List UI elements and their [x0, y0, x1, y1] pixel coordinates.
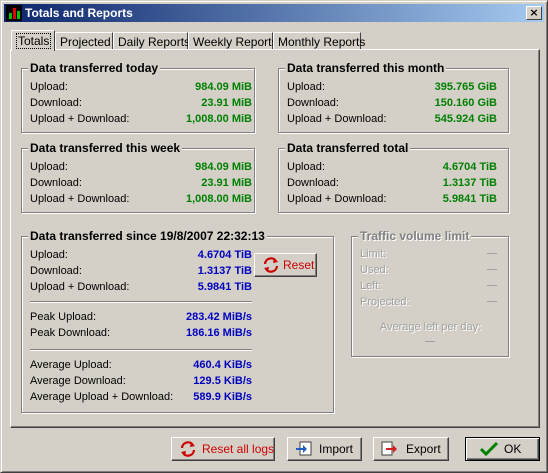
month-group: Data transferred this month Upload: 395.… [278, 61, 509, 133]
month-total-row: Upload + Download: 545.924 GiB [287, 113, 497, 125]
avg-upload-row: Average Upload: 460.4 KiB/s [30, 359, 252, 371]
today-download-value: 23.91 MiB [201, 97, 252, 109]
import-icon [295, 441, 313, 457]
peak-upload-value: 283.42 MiB/s [185, 311, 252, 323]
week-upload-row: Upload: 984.09 MiB [30, 161, 252, 173]
tab-weekly-reports[interactable]: Weekly Reports [188, 32, 277, 50]
today-title: Data transferred today [28, 61, 161, 75]
today-download-row: Download: 23.91 MiB [30, 97, 252, 109]
export-icon [381, 441, 399, 457]
week-download-row: Download: 23.91 MiB [30, 177, 252, 189]
title-bar[interactable]: Totals and Reports × [4, 4, 544, 22]
month-upload-row: Upload: 395.765 GiB [287, 81, 497, 93]
window-title: Totals and Reports [25, 6, 133, 20]
totals-reports-window: Totals and Reports × Totals Projected Da… [0, 0, 548, 473]
ok-check-icon [479, 441, 499, 457]
since-title: Data transferred since 19/8/2007 22:32:1… [28, 229, 267, 243]
reset-icon [179, 441, 197, 457]
week-total-row: Upload + Download: 1,008.00 MiB [30, 193, 252, 205]
since-download-value: 1.3137 TiB [197, 265, 252, 277]
avg-total-row: Average Upload + Download: 589.9 KiB/s [30, 391, 252, 403]
reset-all-logs-button[interactable]: Reset all logs [171, 437, 275, 461]
avg-left-per-day-value [425, 341, 435, 342]
week-title: Data transferred this week [28, 141, 183, 155]
month-upload-value: 395.765 GiB [434, 81, 497, 93]
traffic-limit-group: Traffic volume limit Limit: Used: Left: … [351, 229, 509, 357]
total-download-value: 1.3137 TiB [442, 177, 497, 189]
since-separator-1 [30, 301, 252, 303]
total-title: Data transferred total [285, 141, 411, 155]
avg-total-value: 589.9 KiB/s [193, 391, 252, 403]
week-group: Data transferred this week Upload: 984.0… [21, 141, 255, 213]
total-total-value: 5.9841 TiB [442, 193, 497, 205]
since-total-row: Upload + Download: 5.9841 TiB [30, 281, 252, 293]
tab-daily-reports[interactable]: Daily Reports [113, 32, 190, 50]
month-download-row: Download: 150.160 GiB [287, 97, 497, 109]
peak-download-value: 186.16 MiB/s [185, 327, 252, 339]
app-icon [6, 5, 22, 21]
since-upload-value: 4.6704 TiB [197, 249, 252, 261]
avg-download-row: Average Download: 129.5 KiB/s [30, 375, 252, 387]
peak-upload-row: Peak Upload: 283.42 MiB/s [30, 311, 252, 323]
totals-panel: Data transferred today Upload: 984.09 Mi… [10, 49, 540, 428]
total-download-row: Download: 1.3137 TiB [287, 177, 497, 189]
total-group: Data transferred total Upload: 4.6704 Ti… [278, 141, 509, 213]
avg-upload-value: 460.4 KiB/s [193, 359, 252, 371]
month-total-value: 545.924 GiB [434, 113, 497, 125]
tab-projected[interactable]: Projected [55, 32, 113, 50]
avg-download-value: 129.5 KiB/s [193, 375, 252, 387]
total-total-row: Upload + Download: 5.9841 TiB [287, 193, 497, 205]
reset-icon [262, 257, 280, 273]
today-group: Data transferred today Upload: 984.09 Mi… [21, 61, 255, 133]
today-upload-value: 984.09 MiB [195, 81, 252, 93]
total-upload-value: 4.6704 TiB [442, 161, 497, 173]
traffic-limit-title: Traffic volume limit [358, 229, 472, 243]
left-row: Left: [360, 280, 497, 295]
since-upload-row: Upload: 4.6704 TiB [30, 249, 252, 261]
projected-row: Projected: [360, 296, 497, 311]
since-separator-2 [30, 349, 252, 351]
tab-monthly-reports[interactable]: Monthly Reports [273, 32, 365, 50]
used-row: Used: [360, 264, 497, 279]
export-button[interactable]: Export [373, 437, 449, 461]
today-upload-row: Upload: 984.09 MiB [30, 81, 252, 93]
week-download-value: 23.91 MiB [201, 177, 252, 189]
import-button[interactable]: Import [287, 437, 362, 461]
since-total-value: 5.9841 TiB [197, 281, 252, 293]
reset-button[interactable]: Reset [254, 253, 317, 277]
close-icon[interactable]: × [526, 6, 542, 20]
week-upload-value: 984.09 MiB [195, 161, 252, 173]
avg-left-per-day-label: Average left per day: [379, 321, 482, 333]
today-total-value: 1,008.00 MiB [185, 113, 252, 125]
since-group: Data transferred since 19/8/2007 22:32:1… [21, 229, 334, 413]
limit-row: Limit: [360, 248, 497, 263]
month-title: Data transferred this month [285, 61, 447, 75]
week-total-value: 1,008.00 MiB [185, 193, 252, 205]
since-download-row: Download: 1.3137 TiB [30, 265, 252, 277]
peak-download-row: Peak Download: 186.16 MiB/s [30, 327, 252, 339]
tab-totals[interactable]: Totals [11, 30, 55, 51]
today-total-row: Upload + Download: 1,008.00 MiB [30, 113, 252, 125]
ok-button[interactable]: OK [465, 437, 540, 461]
total-upload-row: Upload: 4.6704 TiB [287, 161, 497, 173]
month-download-value: 150.160 GiB [434, 97, 497, 109]
